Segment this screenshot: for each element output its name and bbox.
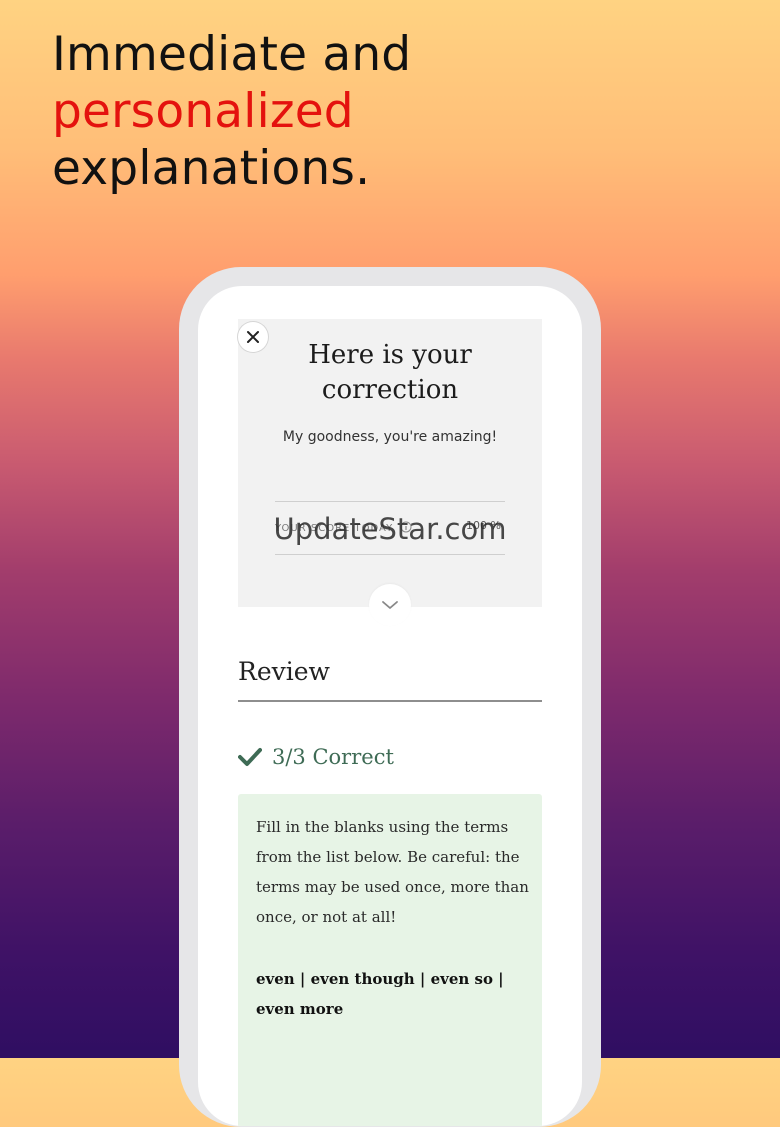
correction-title: Here is your correction: [308, 340, 472, 405]
watermark: UpdateStar.com: [273, 512, 507, 546]
headline-line-1: Immediate and: [52, 27, 412, 82]
question-instructions: Fill in the blanks using the terms from …: [256, 818, 529, 926]
score-top-divider: [275, 501, 505, 502]
term-options: even | even though | even so | even more: [256, 970, 504, 1018]
review-divider: [238, 700, 542, 702]
chevron-down-icon: [382, 601, 398, 609]
correction-subtitle: My goodness, you're amazing!: [282, 429, 498, 445]
question-card: Fill in the blanks using the terms from …: [238, 794, 542, 1126]
expand-button[interactable]: [369, 584, 411, 626]
check-icon: [238, 748, 262, 766]
score-bottom-divider: [275, 554, 505, 555]
headline-line-2-accent: personalized: [52, 84, 354, 139]
headline: Immediate and personalized explanations.: [52, 26, 411, 197]
phone-screen: Here is your correction My goodness, you…: [198, 286, 582, 1126]
review-title: Review: [238, 657, 330, 686]
result-text: 3/3 Correct: [272, 745, 394, 769]
result-row: 3/3 Correct: [238, 745, 394, 769]
headline-line-3: explanations.: [52, 141, 371, 196]
